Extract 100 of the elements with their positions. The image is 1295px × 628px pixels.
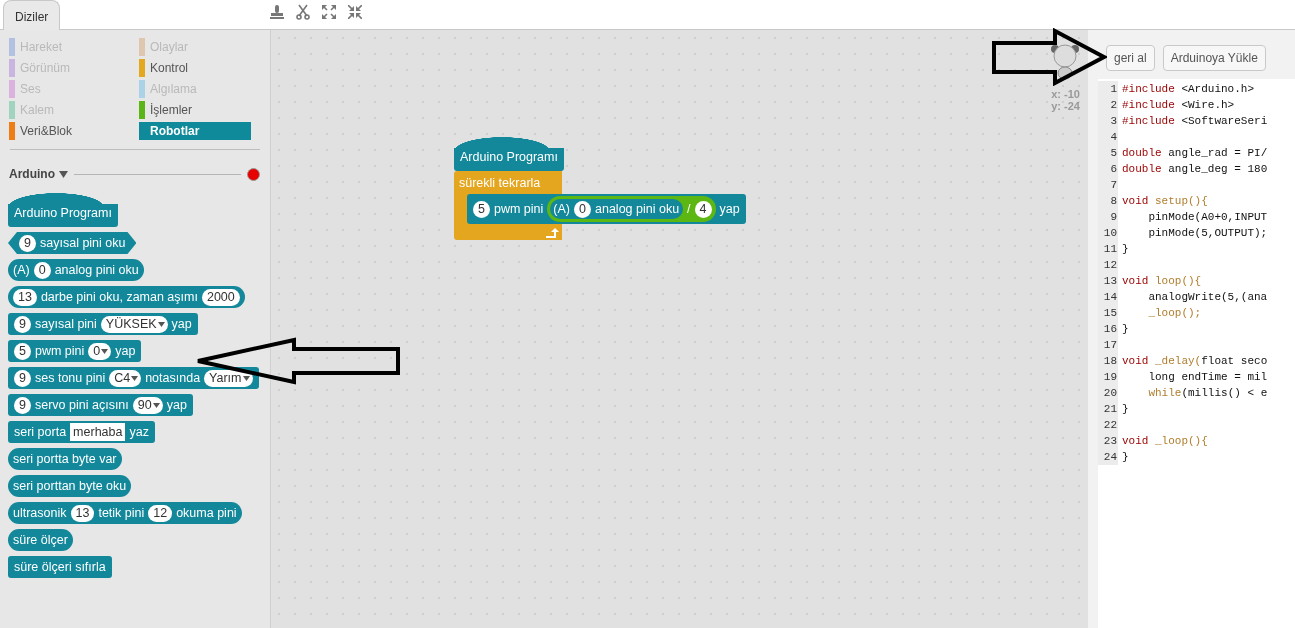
number-input[interactable]: 4 (694, 200, 712, 218)
caret-icon (242, 375, 250, 381)
caret-icon (157, 321, 165, 327)
line-number: 4 (1098, 129, 1118, 145)
caret-icon (131, 375, 139, 381)
number-input[interactable]: 0 (574, 200, 591, 218)
block-label: seri porta (14, 423, 67, 441)
line-number: 9 (1098, 209, 1118, 225)
block-label: pwm pini (35, 342, 85, 360)
number-input[interactable]: 9 (19, 234, 36, 252)
text-input[interactable]: merhaba (70, 423, 126, 441)
scissors-icon[interactable] (296, 4, 311, 20)
number-input[interactable]: 0 (33, 261, 51, 279)
coordinate-text: y: -24 (1051, 100, 1080, 112)
line-number: 2 (1098, 97, 1118, 113)
line-number: 20 (1098, 385, 1118, 401)
code-line: void _loop(){ (1121, 434, 1208, 449)
command-block[interactable]: 9 servo pini açısını 90 yap (8, 394, 193, 416)
category-item[interactable]: Robotlar (139, 122, 251, 140)
reporter-block[interactable]: ultrasonik 13 tetik pini 12 okuma pini (8, 502, 242, 524)
code-line: double angle_rad = PI/ (1121, 146, 1268, 161)
number-input[interactable]: 5 (473, 200, 490, 218)
code-line: _loop(); (1147, 306, 1202, 321)
category-item[interactable]: Kontrol (139, 59, 251, 77)
block-label: pwm pini (494, 200, 544, 218)
coordinate-text: x: -10 (1051, 88, 1080, 100)
code-line: } (1121, 402, 1129, 417)
shrink-icon[interactable] (348, 5, 363, 19)
block-label: analog pini oku (54, 261, 139, 279)
line-number: 14 (1098, 289, 1118, 305)
dropdown-input[interactable]: C4 (109, 369, 142, 387)
line-number: 7 (1098, 177, 1118, 193)
hat-block[interactable]: Arduino Programı (8, 193, 118, 227)
block-label: sayısal pini oku (40, 234, 126, 252)
block-label: (A) (553, 200, 570, 218)
tab[interactable]: Diziler (3, 0, 61, 30)
expand-icon[interactable] (322, 5, 337, 19)
dropdown-input[interactable]: 0 (88, 342, 112, 360)
line-number: 22 (1098, 417, 1118, 433)
number-input[interactable]: 9 (14, 315, 31, 333)
operator-block[interactable]: (A) 0 analog pini oku / 4 (547, 196, 716, 222)
number-input[interactable]: 9 (14, 369, 31, 387)
code-line: while(millis() < e (1147, 386, 1268, 401)
block-label: süre ölçeri sıfırla (14, 558, 106, 576)
number-input[interactable]: 12 (148, 504, 173, 522)
toolbar-button[interactable]: Arduinoya Yükle (1162, 45, 1266, 71)
command-block[interactable]: 5 pwm pini (A) 0 analog pini oku / 4 yap (467, 194, 746, 224)
line-number: 23 (1098, 433, 1118, 449)
block-label: ultrasonik (13, 504, 67, 522)
stamp-icon[interactable] (270, 4, 285, 20)
line-number: 11 (1098, 241, 1118, 257)
line-number: 17 (1098, 337, 1118, 353)
block-label: servo pini açısını (35, 396, 129, 414)
block-label: sürekli tekrarla (458, 175, 542, 192)
reporter-block[interactable]: (A) 0 analog pini oku (550, 199, 684, 219)
block-label: yaz (129, 423, 149, 441)
line-number: 19 (1098, 369, 1118, 385)
number-input[interactable]: 13 (70, 504, 95, 522)
block-label: darbe pini oku, zaman aşımı (40, 288, 198, 306)
caret-icon (59, 170, 68, 178)
boolean-block[interactable]: 9 sayısal pini oku (8, 232, 137, 254)
category-item[interactable]: Veri&Blok (9, 122, 139, 140)
command-block[interactable]: 9 ses tonu pini C4 notasında Yarım (8, 367, 259, 389)
block-label: süre ölçer (13, 531, 68, 549)
reporter-block[interactable]: (A) 0 analog pini oku (8, 259, 144, 281)
number-input[interactable]: 2000 (201, 288, 240, 306)
code-line: #include <SoftwareSeri (1121, 114, 1268, 129)
loop-block[interactable]: sürekli tekrarla 5 pwm pini (A) 0 analog pini oku / 4 yap (454, 171, 746, 240)
code-line: #include <Wire.h> (1121, 98, 1235, 113)
block-label: tetik pini (98, 504, 145, 522)
dropdown-input[interactable]: 90 (132, 396, 163, 414)
dropdown-input[interactable]: Yarım (204, 369, 253, 387)
category-item[interactable]: İşlemler (139, 101, 251, 119)
line-number: 5 (1098, 145, 1118, 161)
command-block[interactable]: süre ölçeri sıfırla (8, 556, 112, 578)
reporter-block[interactable]: seri porttan byte oku (8, 475, 132, 497)
reporter-block[interactable]: 13 darbe pini oku, zaman aşımı 2000 (8, 286, 245, 308)
block-label: (A) (13, 261, 30, 279)
command-block[interactable]: 5 pwm pini 0 yap (8, 340, 142, 362)
hat-block[interactable]: Arduino Programı (454, 137, 564, 171)
code-line: void loop(){ (1121, 274, 1202, 289)
reporter-block[interactable]: süre ölçer (8, 529, 73, 551)
number-input[interactable]: 5 (14, 342, 31, 360)
block-label: seri porttan byte oku (13, 477, 127, 495)
code-line: pinMode(A0+0,INPUT (1147, 210, 1268, 225)
command-block[interactable]: 9 sayısal pini YÜKSEK yap (8, 313, 198, 335)
block-label: yap (115, 342, 136, 360)
code-line: void _delay(float seco (1121, 354, 1268, 369)
toolbar-button[interactable]: geri al (1106, 45, 1155, 71)
reporter-block[interactable]: seri portta byte var (8, 448, 122, 470)
caret-icon (101, 348, 109, 354)
number-input[interactable]: 13 (13, 288, 37, 306)
line-number: 6 (1098, 161, 1118, 177)
block-label: yap (719, 200, 740, 218)
extension-dropdown[interactable]: Arduino (9, 165, 68, 183)
dropdown-input[interactable]: YÜKSEK (100, 315, 168, 333)
line-number: 24 (1098, 449, 1118, 465)
command-block[interactable]: seri porta merhaba yaz (8, 421, 155, 443)
line-number: 15 (1098, 305, 1118, 321)
number-input[interactable]: 9 (14, 396, 31, 414)
